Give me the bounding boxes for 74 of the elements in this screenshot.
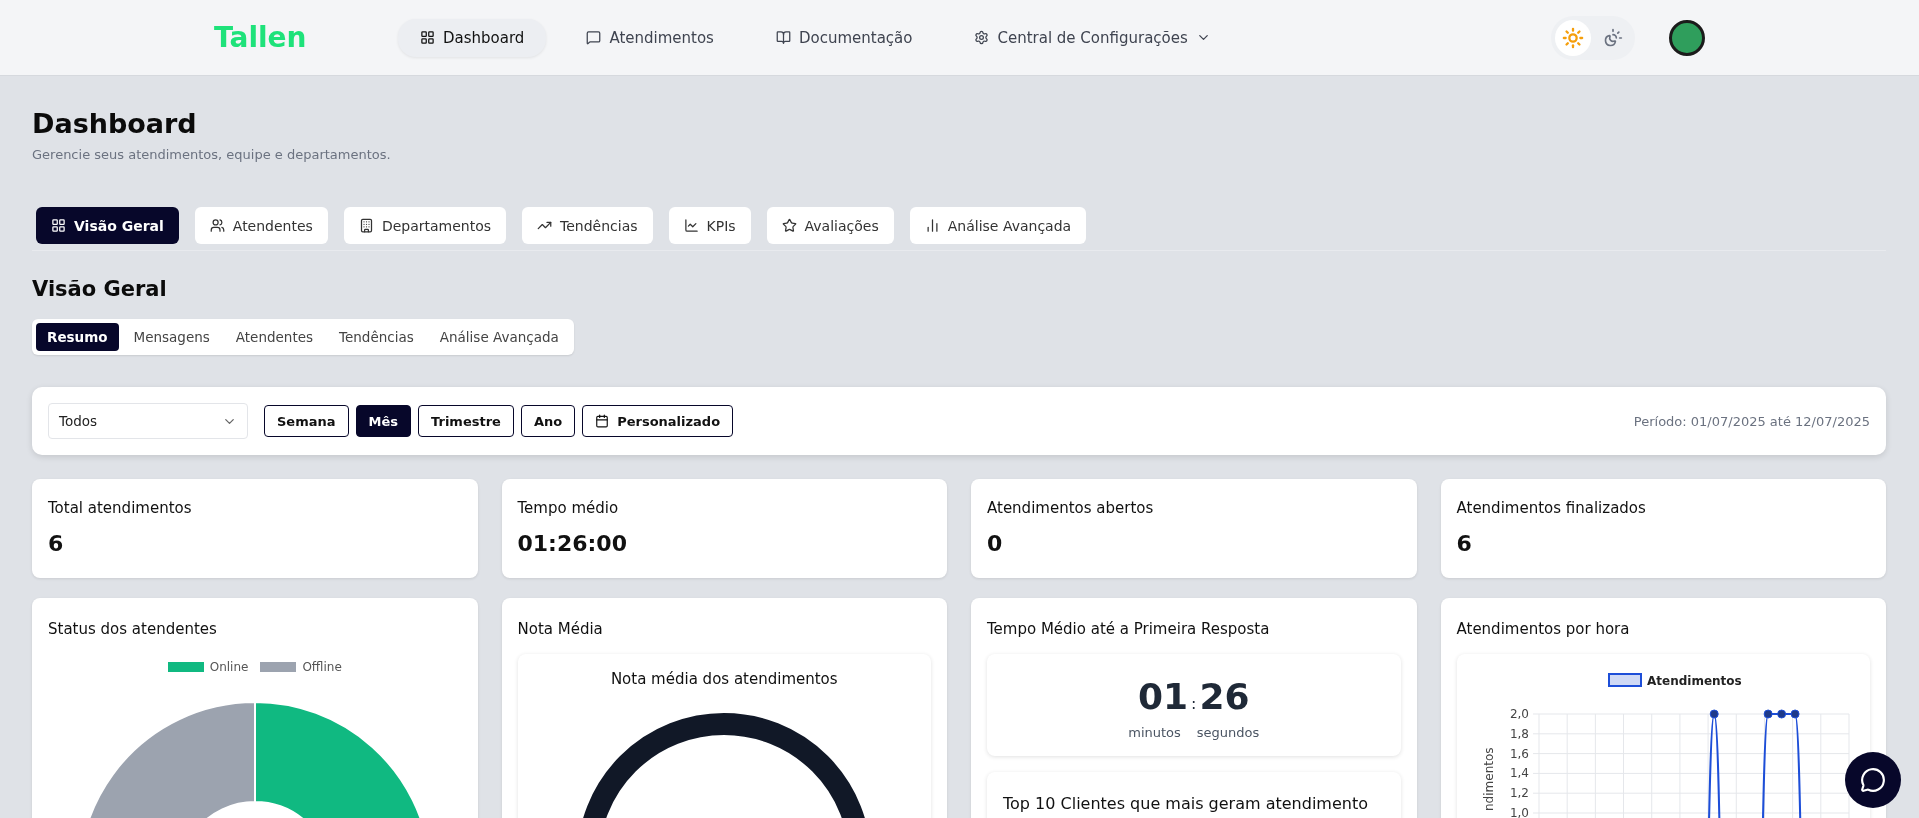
sun-icon (1562, 26, 1584, 49)
clients-title: Top 10 Clientes que mais geram atendimento (1003, 794, 1369, 813)
tab-icon (683, 218, 699, 233)
tab[interactable]: Atendentes (194, 207, 328, 244)
nav-icon (775, 30, 791, 45)
time-separator: : (1191, 694, 1197, 715)
y-axis-label: ndimentos (1481, 747, 1496, 811)
avatar[interactable] (1669, 19, 1705, 56)
legend-label: Atendimentos (1646, 674, 1742, 688)
y-tick-label: 2,0 (1509, 707, 1529, 721)
tab-icon (209, 218, 225, 233)
department-select[interactable]: Todos (48, 403, 248, 439)
kpi-label: Tempo médio (517, 499, 620, 517)
period-button[interactable]: Trimestre (418, 405, 514, 437)
kpi-value: 6 (1456, 531, 1473, 556)
period-button[interactable]: Ano (520, 405, 576, 437)
kpi-label: Atendimentos abertos (987, 499, 1155, 517)
tab-icon (358, 218, 374, 233)
y-tick-label: 1,0 (1509, 806, 1529, 818)
tab[interactable]: Tendências (522, 207, 653, 244)
subtab[interactable]: Resumo (36, 323, 119, 351)
nav-link[interactable]: Documentação (753, 18, 935, 57)
y-tick-label: 1,8 (1509, 726, 1529, 741)
period-button[interactable]: Personalizado (582, 405, 734, 437)
kpi-label: Total atendimentos (48, 499, 193, 517)
kpi-label: Atendimentos finalizados (1456, 499, 1647, 517)
panel-title: Nota Média (517, 620, 604, 638)
data-point (1709, 709, 1719, 719)
chat-icon (1860, 767, 1886, 793)
contrast-icon (1603, 27, 1623, 48)
nav-icon (586, 30, 602, 45)
rating-chart-title: Nota média dos atendimentos (609, 670, 839, 688)
period-text: Período: 01/07/2025 até 12/07/2025 (1633, 413, 1870, 429)
tab-icon (51, 218, 66, 233)
seconds-label: segundos (1196, 725, 1260, 740)
period-button[interactable]: Semana (264, 405, 349, 437)
data-point (1790, 709, 1800, 719)
tab-icon (781, 218, 797, 233)
tab[interactable]: Departamentos (343, 207, 507, 244)
kpi-value: 0 (987, 531, 1004, 556)
subtab[interactable]: Atendentes (224, 323, 325, 351)
nav-icon (420, 30, 435, 45)
tab[interactable]: Visão Geral (36, 207, 179, 244)
panel-title: Tempo Médio até a Primeira Resposta (987, 620, 1271, 638)
panel-title: Status dos atendentes (48, 620, 218, 638)
legend-label: Online (209, 660, 249, 674)
kpi-value: 6 (48, 531, 65, 556)
subtab[interactable]: Mensagens (122, 323, 221, 351)
kpi-value: 01:26:00 (517, 531, 628, 556)
tab[interactable]: Avaliações (766, 207, 894, 244)
section-title: Visão Geral (32, 277, 168, 301)
y-tick-label: 1,4 (1509, 766, 1529, 781)
minutes-value: 01 (1137, 676, 1189, 717)
panel-title: Atendimentos por hora (1456, 620, 1631, 638)
nav-link[interactable]: Dashboard (398, 18, 547, 57)
minutes-label: minutos (1128, 725, 1181, 740)
page-title: Dashboard (32, 108, 198, 139)
tab[interactable]: KPIs (668, 207, 751, 244)
nav-link[interactable]: Central de Configurações (952, 18, 1233, 57)
tab-icon (924, 218, 940, 233)
page-subtitle: Gerencie seus atendimentos, equipe e departamentos. (32, 147, 392, 162)
y-tick-label: 1,2 (1509, 786, 1529, 801)
seconds-value: 26 (1199, 676, 1250, 717)
nav-link[interactable]: Atendimentos (564, 18, 736, 57)
legend-label: Offline (302, 660, 342, 674)
data-point (1776, 709, 1786, 719)
subtab[interactable]: Análise Avançada (428, 323, 570, 351)
tab[interactable]: Análise Avançada (909, 207, 1087, 244)
nav-icon (974, 30, 990, 45)
y-tick-label: 1,6 (1509, 746, 1529, 761)
data-point (1763, 709, 1773, 719)
legend-swatch (1607, 673, 1642, 687)
period-button[interactable]: Mês (355, 405, 412, 437)
subtab[interactable]: Tendências (328, 323, 425, 351)
